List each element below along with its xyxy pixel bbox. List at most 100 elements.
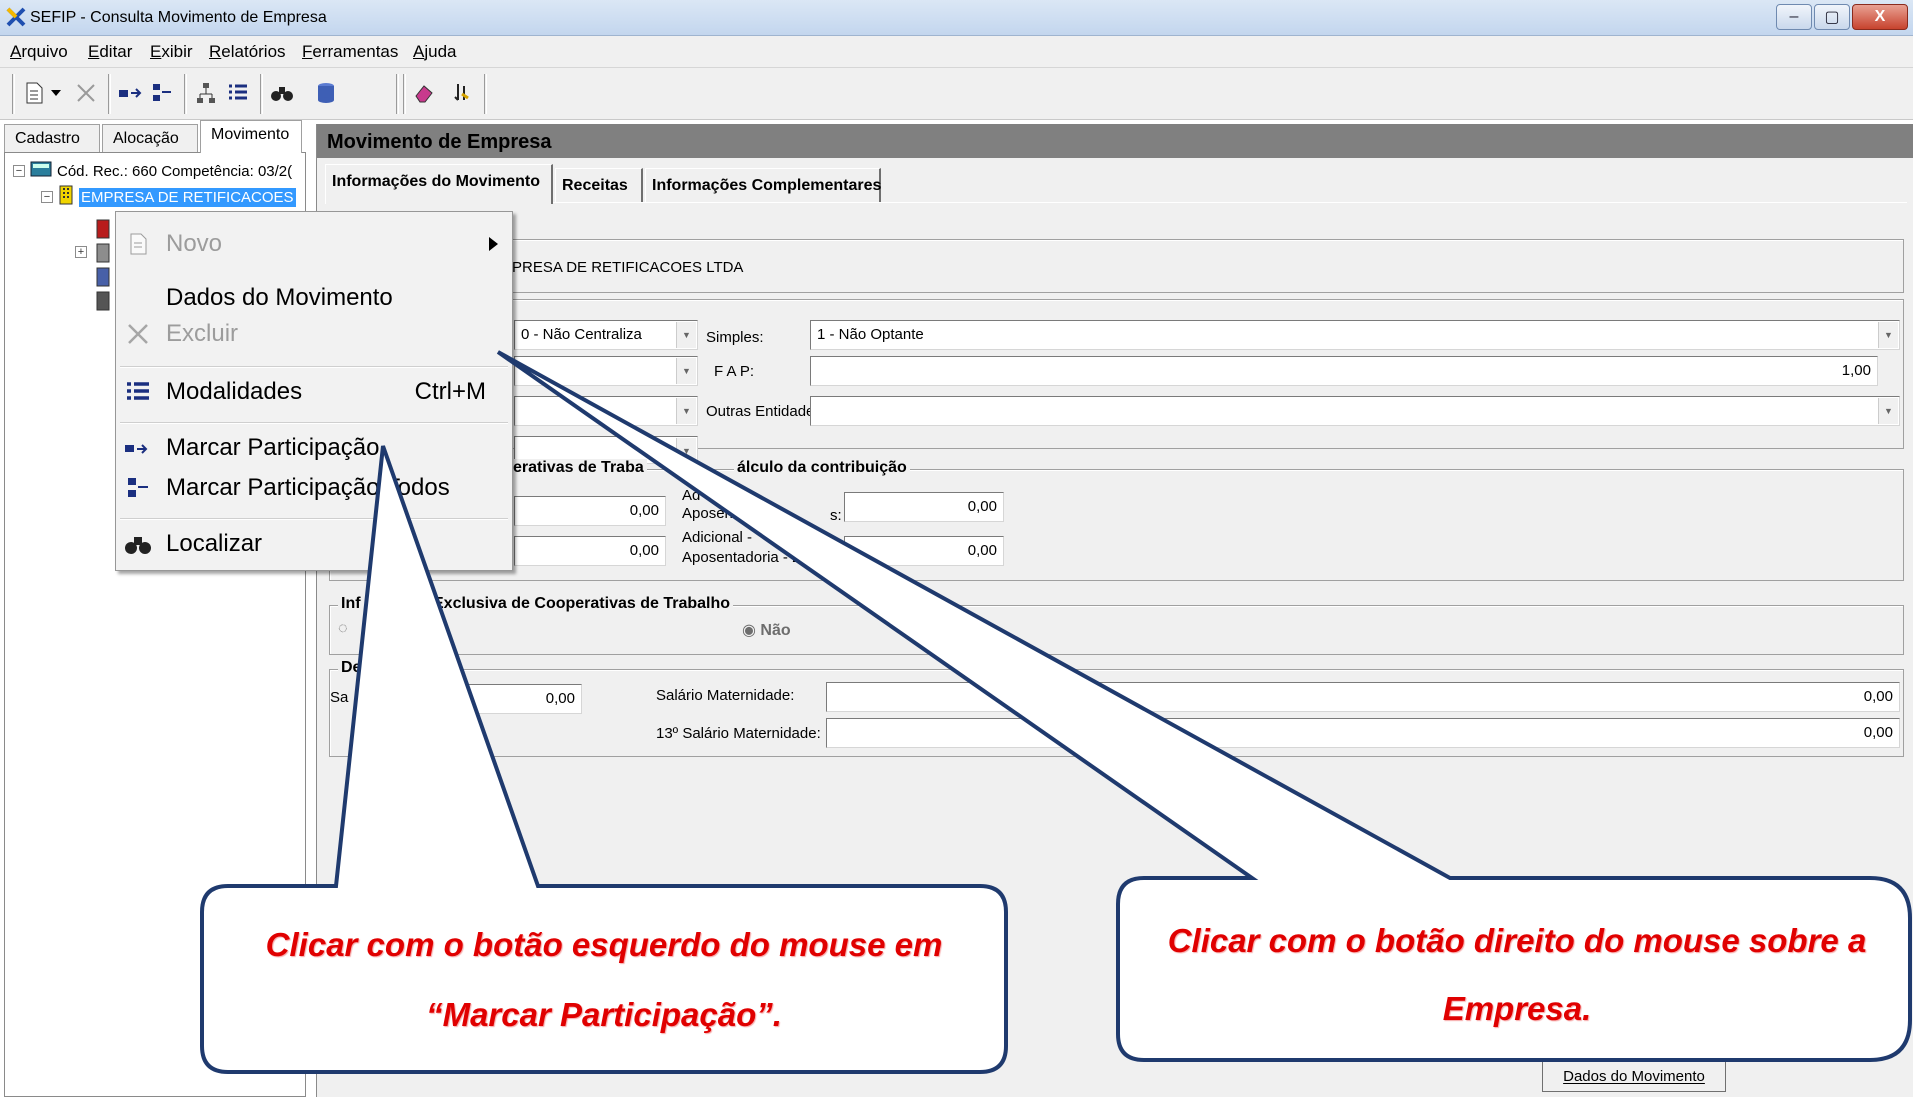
- chevron-down-icon[interactable]: ▼: [676, 398, 696, 424]
- close-button[interactable]: X: [1852, 4, 1908, 30]
- menu-separator: [120, 422, 508, 424]
- tree-company-node[interactable]: − EMPRESA DE RETIFICACOES: [41, 185, 296, 209]
- fap-field[interactable]: 1,00: [810, 356, 1878, 386]
- 13-salario-maternidade-field[interactable]: 0,00: [826, 718, 1900, 748]
- menu-item-modalidades[interactable]: Modalidades Ctrl+M: [116, 374, 512, 410]
- menu-arquivo[interactable]: Arquivo: [10, 42, 68, 62]
- tab-receitas[interactable]: Receitas: [555, 168, 643, 202]
- menu-item-marcar-participacao[interactable]: Marcar Participação: [116, 430, 512, 466]
- collapse-icon[interactable]: −: [41, 191, 53, 203]
- toolbar-separator: [184, 74, 187, 114]
- dados-movimento-button[interactable]: Dados do Movimento: [1542, 1060, 1726, 1092]
- coop-field-2[interactable]: 0,00: [514, 536, 666, 566]
- tab-informacoes-complementares[interactable]: Informações Complementares: [645, 168, 881, 202]
- salario-maternidade-field[interactable]: 0,00: [826, 682, 1900, 712]
- cooperativas-title: erativas de Traba: [510, 459, 647, 477]
- coop-field-1[interactable]: 0,00: [514, 496, 666, 526]
- menu-editar[interactable]: Editar: [88, 42, 132, 62]
- radio-sim[interactable]: ◌: [338, 620, 348, 638]
- chevron-down-icon[interactable]: ▼: [676, 438, 696, 463]
- menu-exibir[interactable]: Exibir: [150, 42, 193, 62]
- tree-company-label[interactable]: EMPRESA DE RETIFICACOES: [79, 187, 296, 207]
- mark-all-icon[interactable]: [148, 77, 176, 109]
- adicional-label-2a: Adicional -: [682, 529, 753, 546]
- mark-all-icon: [124, 474, 152, 502]
- adicional-field-1[interactable]: 0,00: [844, 492, 1004, 522]
- mark-icon[interactable]: [116, 77, 144, 109]
- tree-root[interactable]: − Cód. Rec.: 660 Competência: 03/2(: [13, 161, 292, 181]
- tab-movimento[interactable]: Movimento: [200, 120, 302, 153]
- delete-icon: [124, 320, 152, 348]
- eraser-icon[interactable]: [410, 77, 438, 109]
- adicional-label-2b: Aposentadoria - 2: [682, 549, 801, 566]
- menu-item-marcar-participacao-todos[interactable]: Marcar Participação Todos: [116, 470, 512, 506]
- menu-ferramentas[interactable]: Ferramentas: [302, 42, 398, 62]
- combo-field-2[interactable]: ▼: [514, 356, 698, 386]
- tree-icon[interactable]: [192, 77, 220, 109]
- delete-icon[interactable]: [72, 77, 100, 109]
- tab-alocacao[interactable]: Alocação: [102, 124, 198, 152]
- context-menu: Novo Dados do Movimento Excluir Modalida…: [115, 211, 513, 571]
- 13-salario-maternidade-label: 13º Salário Maternidade:: [656, 725, 821, 742]
- menu-ajuda[interactable]: Ajuda: [413, 42, 456, 62]
- salario-maternidade-label: Salário Maternidade:: [656, 687, 795, 704]
- parameters-groupbox: 0 - Não Centraliza ▼ Simples: 1 - Não Opt…: [329, 299, 1904, 464]
- callout-left-line1: Clicar com o botão esquerdo do mouse em: [265, 926, 943, 963]
- new-icon[interactable]: [20, 77, 48, 109]
- database-icon[interactable]: [312, 77, 340, 109]
- exclusiva-title-b: Exclusiva de Cooperativas de Trabalho: [430, 595, 733, 613]
- expand-icon[interactable]: +: [75, 246, 87, 258]
- chevron-down-icon[interactable]: ▼: [1878, 398, 1898, 424]
- menu-relatorios[interactable]: Relatórios: [209, 42, 286, 62]
- run-icon[interactable]: [448, 77, 476, 109]
- toolbar-separator: [260, 74, 263, 114]
- dropdown-arrow-icon[interactable]: [48, 77, 64, 109]
- chevron-down-icon[interactable]: ▼: [676, 322, 696, 348]
- menu-item-excluir[interactable]: Excluir: [116, 316, 512, 352]
- sefip-app-icon: [6, 7, 26, 32]
- book-icon[interactable]: [95, 219, 111, 244]
- minimize-icon: –: [1789, 8, 1799, 25]
- panel-title: Movimento de Empresa: [317, 124, 1913, 158]
- book-icon[interactable]: [95, 267, 111, 292]
- collapse-icon[interactable]: −: [13, 165, 25, 177]
- restore-icon: ▢: [1824, 9, 1840, 26]
- deducoes-field[interactable]: 0,00: [430, 684, 582, 714]
- callout-right-line2: Empresa.: [1442, 990, 1592, 1027]
- toolbar: [0, 68, 1913, 120]
- chevron-down-icon[interactable]: ▼: [1878, 322, 1898, 348]
- minimize-button[interactable]: –: [1776, 4, 1812, 30]
- toolbar-separator: [403, 74, 406, 114]
- chevron-down-icon[interactable]: ▼: [676, 358, 696, 384]
- list-icon[interactable]: [224, 77, 252, 109]
- simples-label: Simples:: [706, 329, 764, 346]
- tab-cadastro[interactable]: Cadastro: [4, 124, 100, 152]
- menu-bar: Arquivo Editar Exibir Relatórios Ferrame…: [0, 36, 1913, 68]
- combo-field-3[interactable]: ▼: [514, 396, 698, 426]
- tab-informacoes-movimento[interactable]: Informações do Movimento: [325, 164, 553, 204]
- outras-entidades-label: Outras Entidades:: [706, 403, 827, 420]
- book-icon[interactable]: [95, 291, 111, 316]
- menu-item-novo[interactable]: Novo: [116, 226, 512, 262]
- menu-item-dados-movimento[interactable]: Dados do Movimento: [116, 280, 512, 316]
- adicional-field-2[interactable]: 0,00: [844, 536, 1004, 566]
- restore-button[interactable]: ▢: [1814, 4, 1850, 30]
- callout-left-line2: “Marcar Participação”.: [426, 996, 782, 1033]
- deducoes-title: De: [338, 659, 365, 677]
- callout-right-line1: Clicar com o botão direito do mouse sobr…: [1167, 922, 1867, 959]
- outras-entidades-combo[interactable]: ▼: [810, 396, 1900, 426]
- exclusiva-groupbox: Inf Exclusiva de Cooperativas de Trabalh…: [329, 595, 1904, 655]
- deducoes-label: Sa: [330, 689, 349, 706]
- menu-separator: [120, 518, 508, 520]
- book-icon[interactable]: [95, 243, 111, 268]
- menu-separator: [120, 366, 508, 368]
- radio-nao[interactable]: ◉ Não: [742, 620, 791, 640]
- toolbar-separator: [108, 74, 111, 114]
- new-document-icon: [124, 230, 152, 258]
- simples-combo[interactable]: 1 - Não Optante ▼: [810, 320, 1900, 350]
- centraliza-combo[interactable]: 0 - Não Centraliza ▼: [514, 320, 698, 350]
- company-name: PRESA DE RETIFICACOES LTDA: [512, 259, 744, 276]
- window-title: SEFIP - Consulta Movimento de Empresa: [30, 9, 327, 26]
- menu-item-localizar[interactable]: Localizar: [116, 526, 512, 562]
- binoculars-icon[interactable]: [268, 77, 296, 109]
